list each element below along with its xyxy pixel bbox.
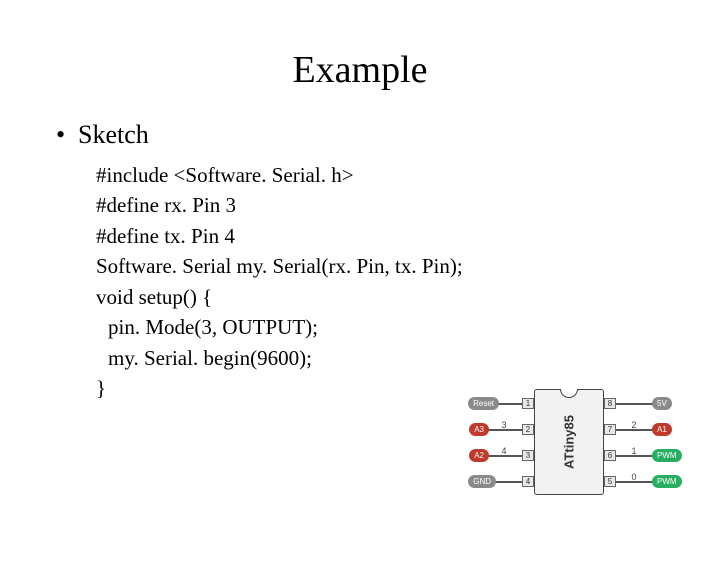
- chip-notch: [560, 389, 578, 398]
- pin-tag-5v: 5V: [652, 397, 672, 410]
- chip-diagram: ATtiny85 1 Reset 2 3 A3 3 4 A2 4 GND 8 5…: [454, 382, 684, 502]
- pin-box: 1: [522, 398, 534, 409]
- bullet-sketch: • Sketch: [56, 120, 720, 150]
- pin-num: 3: [499, 420, 509, 430]
- code-line: #include <Software. Serial. h>: [96, 160, 476, 190]
- chip-body: ATtiny85: [534, 389, 604, 495]
- pin-box: 8: [604, 398, 616, 409]
- pin-box: 3: [522, 450, 534, 461]
- code-line: Software. Serial my. Serial(rx. Pin, tx.…: [96, 251, 476, 281]
- pin-num: 1: [629, 446, 639, 456]
- code-block: #include <Software. Serial. h> #define r…: [56, 160, 476, 404]
- pin-num: 4: [499, 446, 509, 456]
- pin-box: 5: [604, 476, 616, 487]
- pin-box: 2: [522, 424, 534, 435]
- pin-tag-pwm: PWM: [652, 449, 682, 462]
- pin-tag-a3: A3: [469, 423, 489, 436]
- pin-num: 2: [629, 420, 639, 430]
- bullet-label: Sketch: [78, 120, 149, 150]
- code-line: my. Serial. begin(9600);: [96, 343, 476, 373]
- code-line: pin. Mode(3, OUTPUT);: [96, 312, 476, 342]
- pin-tag-gnd: GND: [468, 475, 496, 488]
- pin-box: 4: [522, 476, 534, 487]
- slide-title: Example: [0, 48, 720, 92]
- pin-tag-a2: A2: [469, 449, 489, 462]
- code-line: #define rx. Pin 3: [96, 190, 476, 220]
- code-line: }: [96, 373, 476, 403]
- pin-box: 7: [604, 424, 616, 435]
- code-line: void setup() {: [96, 282, 476, 312]
- slide-content: • Sketch #include <Software. Serial. h> …: [0, 120, 720, 404]
- pin-tag-a1: A1: [652, 423, 672, 436]
- bullet-dot: •: [56, 120, 78, 150]
- pin-tag-reset: Reset: [468, 397, 499, 410]
- chip-label: ATtiny85: [562, 415, 577, 469]
- pin-tag-pwm: PWM: [652, 475, 682, 488]
- pin-num: 0: [629, 472, 639, 482]
- code-line: #define tx. Pin 4: [96, 221, 476, 251]
- pin-box: 6: [604, 450, 616, 461]
